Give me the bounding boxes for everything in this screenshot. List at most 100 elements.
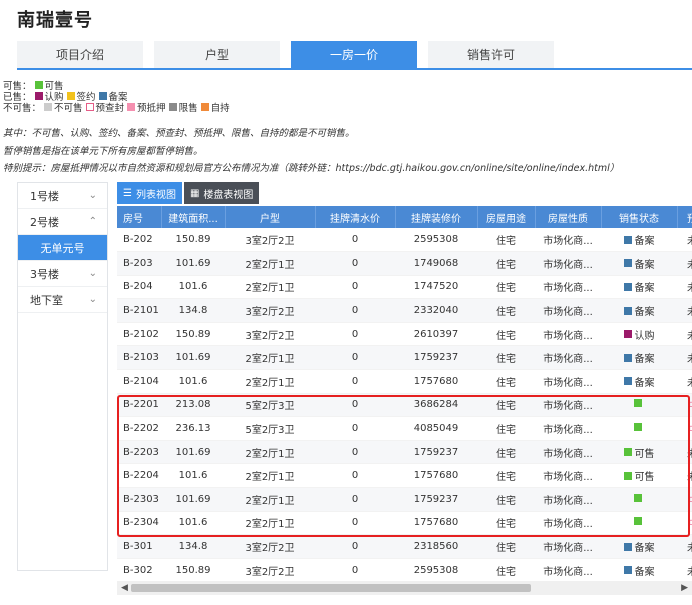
sidebar-item-no-unit[interactable]: 无单元号 <box>18 235 107 261</box>
table-row[interactable]: B-2102150.893室2厅2卫02610397住宅市场化商... 认购 未 <box>117 322 692 347</box>
cell-clear-price: 0 <box>315 369 395 394</box>
sidebar-item-building-2[interactable]: 2号楼 ⌃ <box>18 209 107 235</box>
col-header-deco-price[interactable]: 挂牌装修价 <box>395 206 478 228</box>
sidebar-item-label: 地下室 <box>30 293 63 307</box>
cell-clear-price: 0 <box>315 228 395 253</box>
sidebar-item-building-1[interactable]: 1号楼 ⌄ <box>18 183 107 209</box>
cell-use: 住宅 <box>477 275 535 300</box>
cell-nature: 市场化商... <box>535 558 601 581</box>
cell-clear-price: 0 <box>315 322 395 347</box>
cell-use: 住宅 <box>477 298 535 323</box>
cell-type: 3室2厅2卫 <box>225 534 315 559</box>
legend-item-label: 可售 <box>44 81 64 92</box>
scroll-right-icon[interactable]: ▶ <box>681 581 688 595</box>
cell-extra: 未 <box>677 369 692 394</box>
chevron-down-icon: ⌄ <box>88 294 97 305</box>
col-header-extra[interactable]: 预 <box>677 206 692 228</box>
table-row[interactable]: B-202150.893室2厅2卫02595308住宅市场化商... 备案 未 <box>117 228 692 253</box>
cell-clear-price: 0 <box>315 558 395 581</box>
cell-extra: 未 <box>677 345 692 371</box>
scrollbar-thumb[interactable] <box>131 584 531 592</box>
status-square-icon <box>623 235 632 244</box>
cell-room: B-2102 <box>117 322 161 347</box>
cell-type: 3室2厅2卫 <box>225 322 315 347</box>
chevron-up-icon: ⌃ <box>88 216 97 227</box>
cell-extra: 未 <box>677 558 692 581</box>
legend-swatch-icon <box>66 92 75 100</box>
cell-nature: 市场化商... <box>535 298 601 323</box>
cell-type: 2室2厅1卫 <box>225 369 315 394</box>
table-row[interactable]: B-302150.893室2厅2卫02595308住宅市场化商... 备案 未 <box>117 558 692 581</box>
list-view-label: 列表视图 <box>135 189 176 201</box>
note-suspended: 暂停销售是指在该单元下所有房屋都暂停销售。 <box>3 146 203 157</box>
col-header-status[interactable]: 销售状态 <box>601 206 678 228</box>
horizontal-scrollbar[interactable]: ◀ ▶ <box>117 581 692 595</box>
legend-swatch-icon <box>44 103 53 111</box>
cell-status: 备案 <box>601 534 677 559</box>
cell-type: 2室2厅1卫 <box>225 275 315 300</box>
cell-nature: 市场化商... <box>535 534 601 559</box>
cell-extra: 未 <box>677 534 692 559</box>
status-label: 备案 <box>634 543 655 555</box>
col-header-room[interactable]: 房号 <box>117 206 162 228</box>
list-view-button[interactable]: ☰ 列表视图 <box>117 182 182 204</box>
cell-area: 150.89 <box>161 558 225 581</box>
col-header-clear-price[interactable]: 挂牌清水价 <box>315 206 396 228</box>
table-row[interactable]: B-204101.62室2厅1卫01747520住宅市场化商... 备案 未 <box>117 275 692 300</box>
cell-clear-price: 0 <box>315 298 395 323</box>
table-row[interactable]: B-203101.692室2厅1卫01749068住宅市场化商... 备案 未 <box>117 251 692 276</box>
status-label: 备案 <box>634 354 655 366</box>
floor-view-button[interactable]: ▦ 楼盘表视图 <box>183 182 260 204</box>
table-row[interactable]: B-2103101.692室2厅1卫01759237住宅市场化商... 备案 未 <box>117 345 692 371</box>
sidebar-item-building-3[interactable]: 3号楼 ⌄ <box>18 261 107 287</box>
tab-project-intro[interactable]: 项目介绍 <box>17 41 143 68</box>
cell-area: 101.6 <box>161 275 225 300</box>
tab-underline <box>17 68 692 70</box>
tab-price-list[interactable]: 一房一价 <box>291 41 417 68</box>
cell-use: 住宅 <box>477 251 535 276</box>
cell-extra: 未 <box>677 322 692 347</box>
col-header-nature[interactable]: 房屋性质 <box>535 206 602 228</box>
scroll-left-icon[interactable]: ◀ <box>121 581 128 595</box>
chevron-down-icon: ⌄ <box>88 190 97 201</box>
cell-status: 备案 <box>601 345 677 371</box>
cell-area: 150.89 <box>161 322 225 347</box>
table-row[interactable]: B-2104101.62室2厅1卫01757680住宅市场化商... 备案 未 <box>117 369 692 394</box>
status-square-icon <box>623 282 632 291</box>
cell-use: 住宅 <box>477 228 535 253</box>
cell-nature: 市场化商... <box>535 369 601 394</box>
col-header-use[interactable]: 房屋用途 <box>477 206 536 228</box>
cell-area: 134.8 <box>161 298 225 323</box>
cell-nature: 市场化商... <box>535 322 601 347</box>
legend-swatch-icon <box>200 103 209 111</box>
cell-type: 2室2厅1卫 <box>225 251 315 276</box>
cell-nature: 市场化商... <box>535 251 601 276</box>
status-label: 备案 <box>634 259 655 271</box>
legend-swatch-icon <box>127 103 136 111</box>
legend-item-label: 不可售 <box>54 103 83 114</box>
cell-room: B-301 <box>117 534 161 559</box>
cell-extra: 未 <box>677 298 692 323</box>
legend-item-label: 备案 <box>108 92 128 103</box>
col-header-area[interactable]: 建筑面积... <box>161 206 226 228</box>
legend-sold-row: 已售： 认购 签约 备案 <box>3 92 230 103</box>
col-header-layout[interactable]: 户型 <box>225 206 316 228</box>
list-icon: ☰ <box>123 187 132 199</box>
cell-clear-price: 0 <box>315 345 395 371</box>
legend-swatch-icon <box>168 103 177 111</box>
cell-status: 备案 <box>601 251 677 276</box>
cell-deco-price: 1747520 <box>395 275 477 300</box>
cell-deco-price: 1757680 <box>395 369 477 394</box>
status-label: 备案 <box>634 566 655 578</box>
legend-swatch-icon <box>98 92 107 100</box>
tab-floor-plan[interactable]: 户型 <box>154 41 280 68</box>
table-row[interactable]: B-301134.83室2厅2卫02318560住宅市场化商... 备案 未 <box>117 534 692 559</box>
cell-area: 101.6 <box>161 369 225 394</box>
view-switcher: ☰ 列表视图 ▦ 楼盘表视图 <box>117 182 261 204</box>
sidebar-item-label: 1号楼 <box>30 189 59 203</box>
sidebar-item-basement[interactable]: 地下室 ⌄ <box>18 287 107 313</box>
cell-room: B-2104 <box>117 369 161 394</box>
tab-sales-permit[interactable]: 销售许可 <box>428 41 554 68</box>
table-row[interactable]: B-2101134.83室2厅2卫02332040住宅市场化商... 备案 未 <box>117 298 692 323</box>
legend-unavailable-label: 不可售： <box>3 103 42 114</box>
